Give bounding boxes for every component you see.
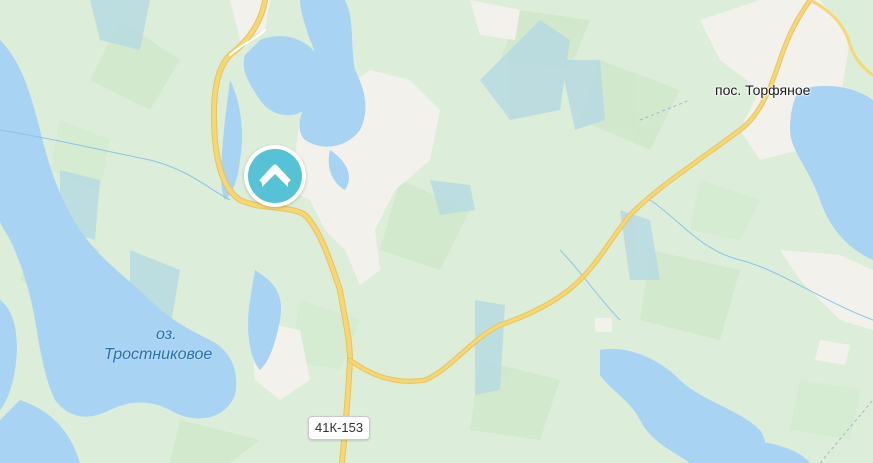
lake-label-name[interactable]: Тростниковое <box>104 345 212 365</box>
map-canvas <box>0 0 873 463</box>
settlement-label[interactable]: пос. Торфяное <box>715 82 810 98</box>
lake-label-prefix: оз. <box>156 326 177 343</box>
map-view[interactable]: пос. Торфяное оз. Тростниковое 41К-153 <box>0 0 873 463</box>
road-shield: 41К-153 <box>308 416 371 440</box>
location-marker[interactable] <box>244 145 306 207</box>
house-icon <box>259 164 291 187</box>
